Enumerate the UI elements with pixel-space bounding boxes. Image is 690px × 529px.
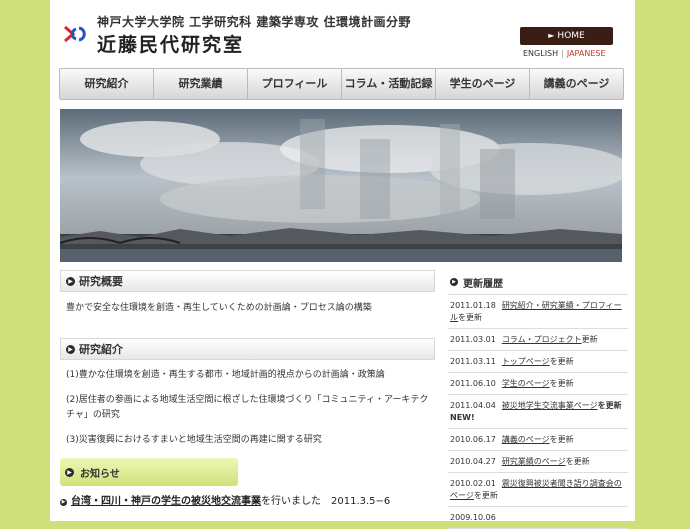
arrow-circle-icon: ▶ <box>66 344 75 354</box>
update-date: 2010.04.27 <box>450 457 496 466</box>
update-link[interactable]: コラム・プロジェクト <box>502 335 582 344</box>
news-item: ▶ 台湾・四川・神戸の学生の被災地交流事業を行いました 2011.3.5−6 <box>60 492 435 507</box>
update-link[interactable]: 講義のページ <box>502 435 550 444</box>
update-entry: 2011.03.01 コラム・プロジェクト更新 <box>448 329 628 351</box>
update-entry: 2011.03.11 トップページを更新 <box>448 351 628 373</box>
update-date: 2011.04.04 <box>450 401 496 410</box>
main-column: ▶ 研究概要 豊かで安全な住環境を創造・再生していくための計画論・プロセス論の構… <box>60 270 435 507</box>
update-date: 2011.03.11 <box>450 357 496 366</box>
arrow-circle-icon: ▶ <box>450 278 458 286</box>
update-tail: を更新 <box>458 313 482 322</box>
update-link[interactable]: 学生のページ <box>502 379 550 388</box>
update-entry: 2010.02.01 震災復興被災者聞き語り調査会のページを更新 <box>448 473 628 507</box>
news-title: お知らせ <box>80 468 120 480</box>
news-item-tail: を行いました 2011.3.5−6 <box>261 496 391 507</box>
nav-profile[interactable]: プロフィール <box>248 69 342 99</box>
research-item: (3)災害復興におけるすまいと地域生活空間の再建に関する研究 <box>66 435 322 445</box>
update-entry: 2010.06.17 講義のページを更新 <box>448 429 628 451</box>
update-history: ▶ 更新履歴 2011.01.18 研究紹介・研究業績・プロフィールを更新 201… <box>448 270 628 529</box>
arrow-circle-icon: ▶ <box>66 276 75 286</box>
updates-title: 更新履歴 <box>463 278 503 290</box>
update-tail: を更新 <box>473 491 498 500</box>
update-link[interactable]: 被災地学生交流事業ページ <box>502 401 598 410</box>
overview-title: 研究概要 <box>79 275 123 288</box>
update-link[interactable]: 研究業績のページ <box>502 457 566 466</box>
page: 神戸大学大学院 工学研究科 建築学専攻 住環境計画分野 近藤民代研究室 ► HOM… <box>50 0 635 529</box>
research-item: (2)居住者の参画による地域生活空間に根ざした住環境づくり「コミュニティ・アーキ… <box>66 395 429 420</box>
header: 神戸大学大学院 工学研究科 建築学専攻 住環境計画分野 近藤民代研究室 ► HOM… <box>50 0 635 66</box>
department-subtitle: 神戸大学大学院 工学研究科 建築学専攻 住環境計画分野 <box>97 15 412 29</box>
update-date: 2011.03.01 <box>450 335 496 344</box>
home-button[interactable]: ► HOME <box>520 27 613 45</box>
arrow-circle-icon: ▶ <box>65 467 74 477</box>
logo-icon <box>64 25 86 43</box>
update-date: 2011.01.18 <box>450 301 496 310</box>
update-entry: 2011.06.10 学生のページを更新 <box>448 373 628 395</box>
nav-research-intro[interactable]: 研究紹介 <box>60 69 154 99</box>
updates-header: ▶ 更新履歴 <box>448 270 628 295</box>
research-header: ▶ 研究紹介 <box>60 338 435 360</box>
nav-lecture-page[interactable]: 講義のページ <box>530 69 623 99</box>
hero-city-image <box>60 109 622 262</box>
update-entry: 2011.01.18 研究紹介・研究業績・プロフィールを更新 <box>448 295 628 329</box>
update-tail: を更新 <box>549 357 574 366</box>
lab-name: 近藤民代研究室 <box>97 34 245 56</box>
arrow-circle-icon: ▶ <box>60 499 67 506</box>
language-switch: ENGLISH | JAPANESE <box>523 49 606 58</box>
overview-header: ▶ 研究概要 <box>60 270 435 292</box>
update-date: 2010.06.17 <box>450 435 496 444</box>
research-title: 研究紹介 <box>79 343 123 356</box>
overview-text: 豊かで安全な住環境を創造・再生していくための計画論・プロセス論の構築 <box>66 303 372 313</box>
nav-student-page[interactable]: 学生のページ <box>436 69 530 99</box>
update-entry: 2010.04.27 研究業績のページを更新 <box>448 451 628 473</box>
update-date: 2011.06.10 <box>450 379 496 388</box>
home-label: HOME <box>557 31 585 41</box>
nav-column-activities[interactable]: コラム・活動記録 <box>342 69 436 99</box>
news-header: ▶ お知らせ <box>60 458 238 486</box>
update-tail: を更新 <box>549 379 574 388</box>
main-nav: 研究紹介 研究業績 プロフィール コラム・活動記録 学生のページ 講義のページ <box>59 68 624 100</box>
update-date: 2010.02.01 <box>450 479 496 488</box>
arrow-right-icon: ► <box>548 31 555 40</box>
update-link[interactable]: トップページ <box>502 357 550 366</box>
research-item: (1)豊かな住環境を創造・再生する都市・地域計画的視点からの計画論・政策論 <box>66 370 385 380</box>
lang-japanese-link[interactable]: JAPANESE <box>567 49 606 58</box>
news-item-link[interactable]: 台湾・四川・神戸の学生の被災地交流事業 <box>71 496 261 507</box>
update-tail: 更新 <box>581 335 598 344</box>
update-entry: 2011.04.04 被災地学生交流事業ページを更新 NEW! <box>448 395 628 429</box>
update-entry: 2009.10.06 <box>448 507 628 529</box>
nav-research-achievements[interactable]: 研究業績 <box>154 69 248 99</box>
lang-separator: | <box>561 49 564 58</box>
update-tail: を更新 <box>549 435 574 444</box>
update-tail: を更新 <box>565 457 590 466</box>
lang-english-link[interactable]: ENGLISH <box>523 49 558 58</box>
